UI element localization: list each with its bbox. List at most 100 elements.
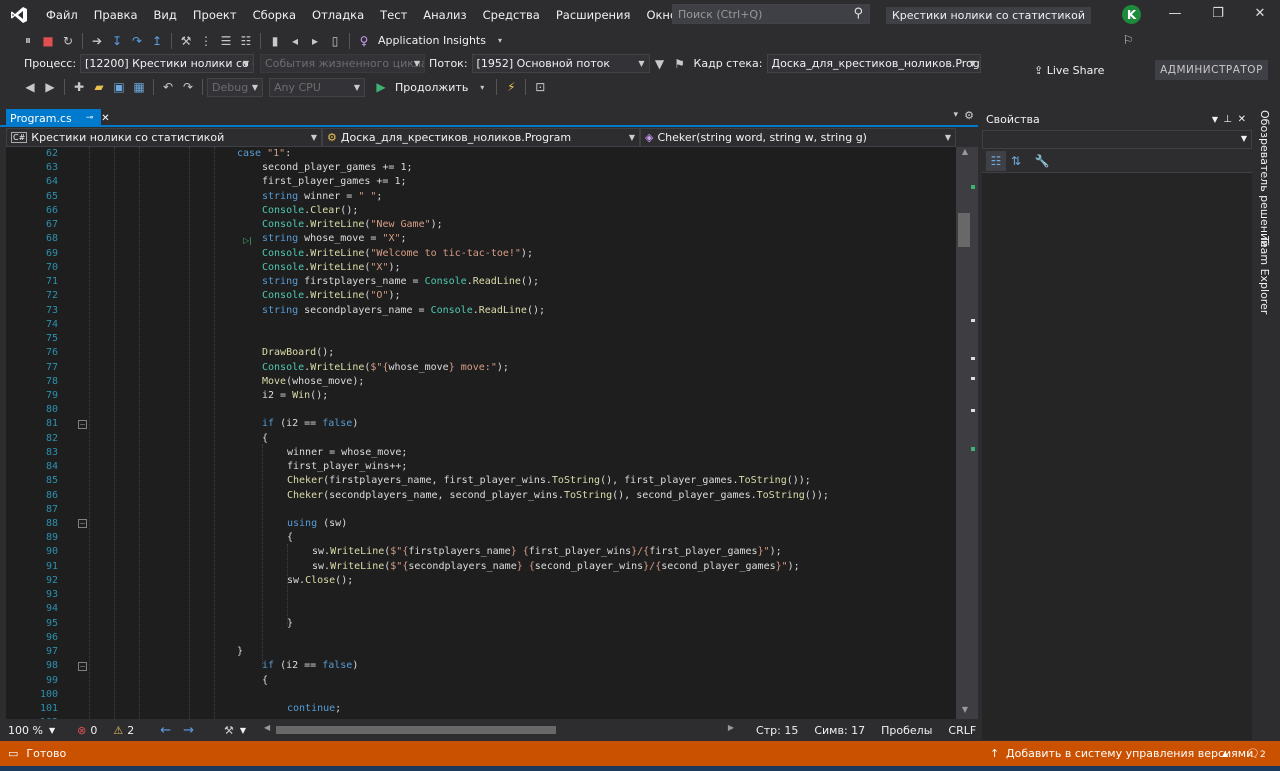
visual-studio-logo-icon[interactable] (0, 0, 38, 29)
close-icon[interactable]: ✕ (1238, 114, 1246, 125)
vertical-scrollbar[interactable]: ▲ ▼ (956, 147, 978, 719)
arrow-right-icon[interactable]: → (183, 723, 194, 738)
project-dropdown[interactable]: C# Крестики нолики со статистикой ▼ (6, 128, 322, 147)
feedback-icon[interactable]: ⚐ (1118, 30, 1138, 50)
code-editor[interactable]: 62 63 64 65 66 67 68 69 70 71 72 73 74 75 76 77 78 79 80 81… (6, 147, 956, 719)
scroll-thumb[interactable] (958, 213, 970, 247)
notifications-icon[interactable]: 🗨2 (1246, 747, 1266, 760)
alphabetical-icon[interactable]: ⇅ (1006, 151, 1026, 171)
open-icon[interactable]: ▰ (89, 77, 109, 97)
menu-item[interactable]: Тест (372, 8, 415, 22)
properties-title: Свойства (986, 112, 1040, 126)
save-icon[interactable]: ▣ (109, 77, 129, 97)
menu-item[interactable]: Сборка (245, 8, 304, 22)
object-dropdown[interactable]: ▼ (982, 130, 1252, 149)
threads-icon[interactable]: ⋮ (196, 31, 216, 51)
menu-item[interactable]: Расширения (548, 8, 639, 22)
minimize-icon[interactable]: — (1160, 6, 1190, 21)
process-dropdown[interactable]: [12200] Крестики нолики со стати▼ (80, 54, 255, 73)
flag-threads-icon[interactable]: ⚑ (670, 54, 690, 74)
property-pages-icon[interactable]: 🔧 (1032, 151, 1052, 171)
pause-icon[interactable]: ⏸ (18, 31, 38, 51)
hot-reload-icon[interactable]: ⚡ (501, 77, 521, 97)
back-icon[interactable]: ◀ (20, 77, 40, 97)
search-input[interactable]: Поиск (Ctrl+Q) ⚲ (672, 4, 870, 24)
horizontal-scrollbar[interactable]: ◀ ▶ (264, 723, 734, 737)
pin-icon[interactable]: ⊥ (1223, 114, 1232, 125)
categorized-icon[interactable]: ☷ (986, 150, 1006, 171)
brush-icon[interactable]: ⚒ (224, 724, 234, 737)
close-tab-icon[interactable]: ✕ (101, 113, 109, 124)
restart-icon[interactable]: ↻ (58, 31, 78, 51)
pin-icon[interactable]: ⊸ (86, 113, 94, 123)
redo-icon[interactable]: ↷ (178, 77, 198, 97)
error-count[interactable]: 0 (90, 724, 97, 737)
menu-item[interactable]: Файл (38, 8, 86, 22)
chevron-up-icon[interactable]: ▲ (1222, 749, 1228, 758)
next-bookmark-icon[interactable]: ▸ (305, 31, 325, 51)
uncomment-icon[interactable]: ☷ (236, 31, 256, 51)
collapse-icon[interactable]: − (78, 662, 87, 671)
chevron-down-icon[interactable]: ▾ (472, 77, 492, 97)
clear-bookmarks-icon[interactable]: ▯ (325, 31, 345, 51)
menu-item[interactable]: Вид (146, 8, 185, 22)
class-icon: ⚙ (327, 131, 337, 144)
class-dropdown[interactable]: ⚙ Доска_для_крестиков_ноликов.Program ▼ (322, 128, 640, 147)
gear-icon[interactable]: ⚙ (964, 109, 974, 122)
team-explorer-tab[interactable]: Team Explorer (1258, 236, 1271, 314)
menu-item[interactable]: Отладка (304, 8, 372, 22)
continue-button[interactable]: Продолжить (395, 81, 468, 94)
tab-list-icon[interactable]: ▾ (953, 110, 958, 120)
menu-item[interactable]: Правка (86, 8, 146, 22)
undo-icon[interactable]: ↶ (158, 77, 178, 97)
collapse-icon[interactable]: − (78, 420, 87, 429)
prev-bookmark-icon[interactable]: ◂ (285, 31, 305, 51)
member-dropdown[interactable]: ◈ Cheker(string word, string w, string g)… (640, 128, 956, 147)
bookmark-icon[interactable]: ▮ (265, 31, 285, 51)
step-into-icon[interactable]: ↧ (107, 31, 127, 51)
line-ending-indicator[interactable]: CRLF (948, 724, 976, 737)
hex-icon[interactable]: ⚒ (176, 31, 196, 51)
scroll-down-icon[interactable]: ▼ (958, 705, 972, 719)
scroll-thumb[interactable] (276, 726, 557, 734)
forward-icon[interactable]: ▶ (40, 77, 60, 97)
scroll-up-icon[interactable]: ▲ (958, 147, 972, 161)
filter-icon[interactable]: ▼ (650, 54, 670, 74)
platform-dropdown[interactable]: Any CPU ▼ (269, 77, 365, 97)
chevron-down-icon[interactable]: ▼ (1212, 115, 1218, 124)
collapse-icon[interactable]: − (78, 519, 87, 528)
avatar[interactable]: K (1122, 5, 1141, 24)
step-over-icon[interactable]: ↷ (127, 31, 147, 51)
menu-item[interactable]: Анализ (415, 8, 474, 22)
new-project-icon[interactable]: ✚ (69, 77, 89, 97)
chevron-down-icon[interactable]: ▼ (49, 726, 55, 735)
menu-item[interactable]: Средства (475, 8, 548, 22)
thread-label: Поток: (429, 57, 468, 70)
thread-dropdown[interactable]: [1952] Основной поток ▼ (471, 54, 650, 73)
app-insights-button[interactable]: Application Insights (378, 34, 486, 47)
show-next-statement-icon[interactable]: ➔ (87, 31, 107, 51)
code-area[interactable]: − − − ▷| case "1": second_player_games +… (6, 147, 956, 719)
solution-explorer-tab[interactable]: Обозреватель решений (1258, 110, 1271, 247)
stop-icon[interactable]: ■ (38, 31, 58, 51)
step-out-icon[interactable]: ↥ (147, 31, 167, 51)
column-indicator[interactable]: Симв: 17 (814, 724, 865, 737)
configuration-dropdown[interactable]: Debug ▼ (207, 77, 263, 97)
warning-count[interactable]: 2 (127, 724, 134, 737)
arrow-left-icon[interactable]: ← (160, 723, 171, 738)
zoom-level[interactable]: 100 % (8, 724, 43, 737)
chevron-down-icon[interactable]: ▼ (240, 726, 246, 735)
screenshot-icon[interactable]: ⊡ (530, 77, 550, 97)
save-all-icon[interactable]: ▦ (129, 77, 149, 97)
comment-icon[interactable]: ☰ (216, 31, 236, 51)
restore-icon[interactable]: ❐ (1203, 6, 1233, 21)
line-indicator[interactable]: Стр: 15 (756, 724, 798, 737)
lifecycle-events-dropdown[interactable]: События жизненного цикла ▼ (260, 54, 426, 73)
close-icon[interactable]: ✕ (1245, 6, 1275, 21)
add-to-source-control-button[interactable]: Добавить в систему управления версиями (1006, 747, 1253, 760)
tab-program-cs[interactable]: Program.cs ⊸ ✕ (6, 109, 110, 127)
stack-frame-dropdown[interactable]: Доска_для_крестиков_ноликов.Program ▼ (766, 54, 981, 73)
spaces-indicator[interactable]: Пробелы (881, 724, 932, 737)
menu-item[interactable]: Проект (185, 8, 245, 22)
chevron-down-icon[interactable]: ▾ (490, 31, 510, 51)
